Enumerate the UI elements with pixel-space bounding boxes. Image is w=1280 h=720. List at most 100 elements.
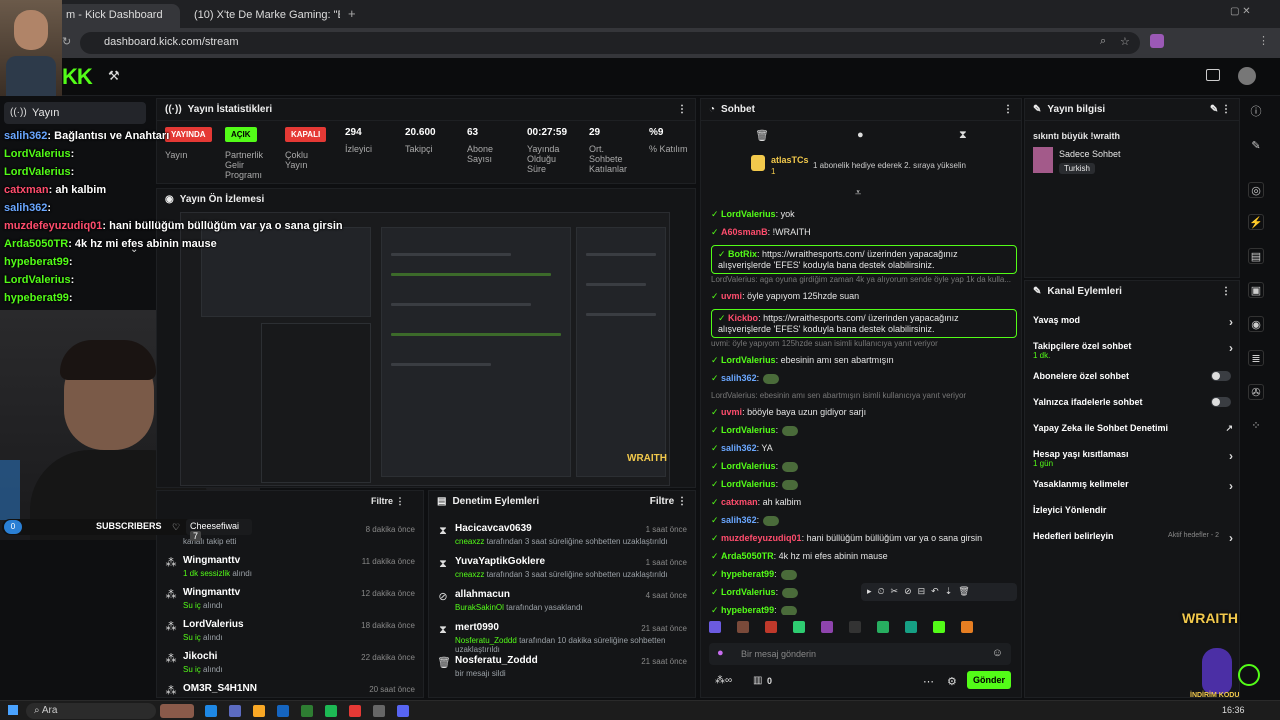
message-mod-toolbar[interactable]: ▸⏲✂⊘⊟↶⇣🗑	[861, 583, 1017, 601]
chat-username[interactable]: LordValerius	[721, 425, 776, 435]
chat-username[interactable]: salih362	[721, 515, 757, 525]
channel-action-item[interactable]: Yapay Zeka ile Sohbet Denetimi ↗	[1033, 423, 1233, 433]
channel-action-item[interactable]: Hedefleri belirleyin Aktif hedefler - 2 ›	[1033, 531, 1233, 545]
emoji-icon[interactable]: ☺	[992, 647, 1003, 659]
activity-row[interactable]: ⁂ LordValerius Su iç alındı 18 dakika önce	[157, 615, 423, 647]
chat-message[interactable]: ✓ LordValerius:	[711, 461, 799, 472]
chat-icon[interactable]: ▣	[1248, 282, 1264, 298]
chevron-right-icon[interactable]: ›	[1229, 531, 1233, 545]
emote-icon[interactable]	[905, 621, 917, 633]
edit-icon[interactable]: ✎ ⋮	[1210, 104, 1231, 115]
window-controls[interactable]: ▢ ✕	[1230, 6, 1251, 17]
channel-points-icon[interactable]: ⁂∞	[715, 675, 732, 686]
pencil-icon[interactable]: ✎	[1248, 138, 1264, 154]
chat-message[interactable]: LordValerius: ebesinin amı sen abartmışı…	[711, 391, 966, 400]
url-field[interactable]: dashboard.kick.com/stream	[80, 32, 1140, 54]
chat-message[interactable]: ✓ LordValerius:	[711, 587, 799, 598]
channel-action-item[interactable]: Takipçilere özel sohbet 1 dk. ›	[1033, 341, 1233, 360]
chat-message[interactable]: ✓ BotRix: https://wraithesports.com/ üze…	[711, 245, 1017, 274]
outlook-icon[interactable]	[277, 705, 289, 717]
chat-message[interactable]: ✓ uvmi: öyle yapıyom 125hzde suan	[711, 291, 859, 302]
windows-start-icon[interactable]	[8, 705, 18, 715]
chat-username[interactable]: hypeberat99	[721, 605, 774, 615]
excel-icon[interactable]	[301, 705, 313, 717]
gear-icon[interactable]: ⚙	[947, 675, 957, 688]
emote-icon[interactable]	[877, 621, 889, 633]
creator-tool-icon[interactable]	[1206, 69, 1220, 81]
chat-message[interactable]: ✓ hypeberat99:	[711, 605, 797, 615]
more-icon[interactable]: ⋮	[1221, 286, 1231, 297]
chat-settings-icon[interactable]: ⋯	[923, 675, 934, 688]
document-icon[interactable]: ▤	[1248, 248, 1264, 264]
emote-icon[interactable]	[849, 621, 861, 633]
chat-message[interactable]: ✓ uvmi: bööyle baya uzun gidiyor sarjı	[711, 407, 866, 418]
taskbar-widget[interactable]	[160, 704, 194, 718]
channel-action-item[interactable]: Yalnızca ifadelerle sohbet	[1033, 397, 1231, 407]
chat-username[interactable]: salih362	[721, 443, 757, 453]
chat-message[interactable]: ✓ salih362: YA	[711, 443, 773, 454]
emote-icon[interactable]	[793, 621, 805, 633]
emote-icon[interactable]	[821, 621, 833, 633]
chat-username[interactable]: muzdefeyuzudiq01	[721, 533, 802, 543]
app-icon[interactable]	[229, 705, 241, 717]
extension-icon[interactable]	[1150, 34, 1164, 48]
store-icon[interactable]: ▥	[753, 675, 762, 686]
bookmark-star-icon[interactable]: ☆	[1120, 35, 1130, 48]
moderator-name[interactable]: BurakSakinOl	[455, 603, 504, 612]
chevron-right-icon[interactable]: ›	[1229, 449, 1233, 463]
trash-icon[interactable]: 🗑	[755, 129, 769, 142]
activity-row[interactable]: ⁂ Wingmanttv Su iç alındı 12 dakika önce	[157, 583, 423, 615]
more-icon[interactable]: ⋮	[1003, 104, 1013, 115]
emote-icon[interactable]	[737, 621, 749, 633]
chat-username[interactable]: catxman	[721, 497, 758, 507]
chat-message[interactable]: ✓ LordValerius: yok	[711, 209, 795, 220]
chat-username[interactable]: A60smanB	[721, 227, 768, 237]
kick-logo[interactable]: KK	[62, 64, 93, 90]
reload-icon[interactable]: ↻	[62, 35, 71, 48]
emote-icon[interactable]	[765, 621, 777, 633]
chat-message[interactable]: ✓ Kickbo: https://wraithesports.com/ üze…	[711, 309, 1017, 338]
edge-icon[interactable]	[205, 705, 217, 717]
moderator-name[interactable]: cneaxzz	[455, 570, 484, 579]
chat-message[interactable]: ✓ hypeberat99:	[711, 569, 797, 580]
channel-action-item[interactable]: İzleyici Yönlendir	[1033, 505, 1229, 515]
channel-action-item[interactable]: Abonelere özel sohbet	[1033, 371, 1231, 381]
chat-username[interactable]: uvmi	[721, 291, 742, 301]
moderator-name[interactable]: Nosferatu_Zoddd	[455, 636, 517, 645]
activity-row[interactable]: ⁂ Wingmanttv 1 dk sessizlik alındı 11 dakik…	[157, 551, 423, 583]
moderation-row[interactable]: ⧗ Hacicavcav0639 cneaxzz tarafından 3 saat…	[429, 519, 695, 552]
chat-username[interactable]: LordValerius	[721, 209, 776, 219]
camera-icon[interactable]: ◎	[1248, 182, 1264, 198]
activity-filter-button[interactable]: Filtre ⋮	[371, 496, 405, 507]
spotify-icon[interactable]	[325, 705, 337, 717]
send-button[interactable]: Gönder	[967, 671, 1011, 689]
hammer-icon[interactable]: ⚒	[108, 68, 120, 84]
chat-message[interactable]: ✓ salih362:	[711, 373, 780, 384]
chat-username[interactable]: Kickbo	[728, 313, 758, 323]
emote-icon[interactable]	[709, 621, 721, 633]
chat-message[interactable]: ✓ LordValerius:	[711, 425, 799, 436]
broadcast-icon[interactable]: ◉	[1248, 316, 1264, 332]
tab-kick-dashboard[interactable]: m - Kick Dashboard	[56, 4, 180, 28]
channel-action-item[interactable]: Yavaş mod ›	[1033, 315, 1233, 329]
pinned-user[interactable]: atlasTCs	[771, 155, 809, 165]
chat-icon[interactable]: ●	[857, 129, 864, 141]
emote-row[interactable]	[709, 621, 1015, 637]
wrench-icon[interactable]: ✇	[1248, 384, 1264, 400]
chat-message[interactable]: ✓ LordValerius:	[711, 479, 799, 490]
sidebar-item-stream[interactable]: ((·)) Yayın	[4, 102, 146, 124]
moderation-row[interactable]: ⧗ mert0990 Nosferatu_Zoddd tarafından 10 d…	[429, 618, 695, 654]
chat-message[interactable]: ✓ A60smanB: !WRAITH	[711, 227, 811, 238]
server-icon[interactable]: ≣	[1248, 350, 1264, 366]
moderation-row[interactable]: ⊘ allahmacun BurakSakinOl tarafından yasak…	[429, 585, 695, 618]
tab-x[interactable]: (10) X'te De Marke Gaming: "Er	[184, 4, 340, 28]
chevron-right-icon[interactable]: ›	[1229, 315, 1233, 329]
chat-username[interactable]: LordValerius	[721, 461, 776, 471]
chat-username[interactable]: BotRix	[728, 249, 757, 259]
chat-username[interactable]: hypeberat99	[721, 569, 774, 579]
chevron-right-icon[interactable]: ›	[1229, 341, 1233, 355]
chat-message[interactable]: ✓ catxman: ah kalbim	[711, 497, 801, 508]
taskbar-search[interactable]: ⌕ Ara	[26, 703, 156, 719]
chat-username[interactable]: LordValerius	[721, 587, 776, 597]
chat-message[interactable]: ✓ LordValerius: ebesinin amı sen abartmı…	[711, 355, 894, 366]
